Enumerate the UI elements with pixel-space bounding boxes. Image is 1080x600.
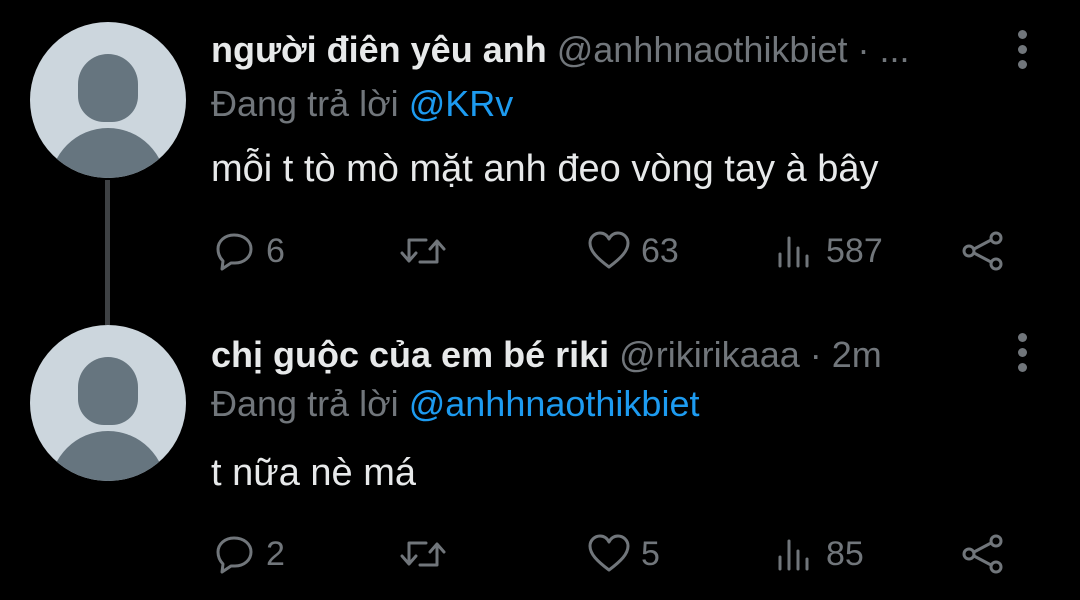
replying-to-line: Đang trả lời @anhhnaothikbiet bbox=[211, 382, 699, 426]
avatar-shoulders bbox=[50, 431, 166, 481]
views-button[interactable]: 85 bbox=[776, 533, 864, 575]
share-icon bbox=[962, 534, 1003, 574]
default-avatar-icon[interactable] bbox=[30, 325, 186, 481]
timestamp[interactable]: 2m bbox=[832, 334, 882, 375]
tweet[interactable]: chị guộc của em bé riki @rikirikaaa · 2m… bbox=[0, 0, 1080, 574]
tweet-text: t nữa nè má bbox=[211, 452, 416, 494]
more-vertical-icon[interactable] bbox=[1018, 333, 1028, 373]
share-button[interactable] bbox=[960, 533, 1006, 575]
reply-button[interactable]: 2 bbox=[214, 533, 285, 575]
separator-dot: · bbox=[809, 334, 822, 375]
views-icon bbox=[778, 539, 809, 571]
avatar-head bbox=[78, 357, 138, 425]
views-count: 85 bbox=[826, 535, 864, 573]
tweet-header: chị guộc của em bé riki @rikirikaaa · 2m bbox=[211, 333, 882, 377]
replying-to-label: Đang trả lời bbox=[211, 383, 399, 424]
replying-to-handle[interactable]: @anhhnaothikbiet bbox=[409, 383, 700, 424]
like-icon bbox=[588, 534, 630, 572]
like-count: 5 bbox=[641, 535, 660, 573]
like-button[interactable]: 5 bbox=[587, 533, 660, 575]
retweet-icon bbox=[400, 541, 446, 567]
reply-count: 2 bbox=[266, 535, 285, 573]
display-name[interactable]: chị guộc của em bé riki bbox=[211, 334, 609, 375]
user-handle[interactable]: @rikirikaaa bbox=[619, 334, 800, 375]
reply-icon bbox=[216, 536, 253, 574]
retweet-button[interactable] bbox=[398, 533, 458, 575]
